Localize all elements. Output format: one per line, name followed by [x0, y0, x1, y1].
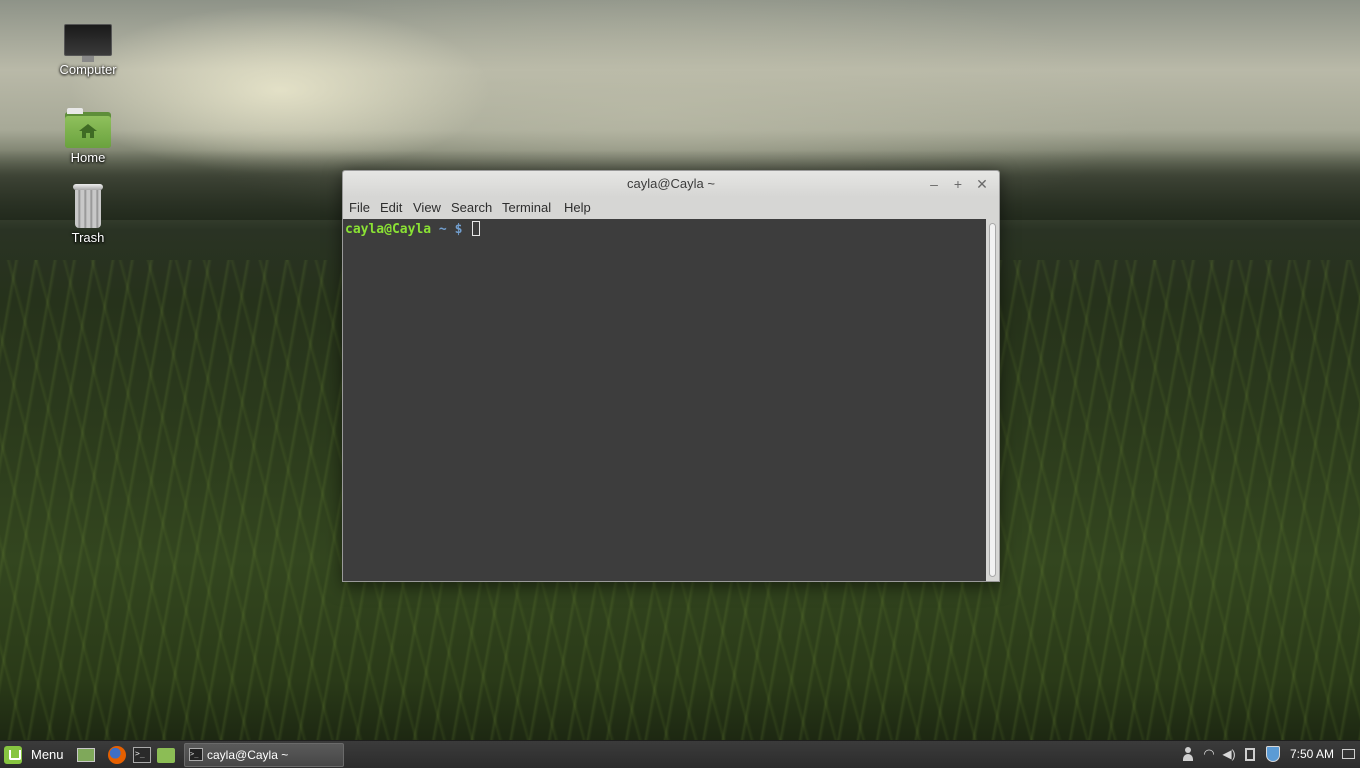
- terminal-window: cayla@Cayla ~ – + ✕ File Edit View Searc…: [342, 170, 1000, 582]
- menu-file[interactable]: File: [349, 200, 370, 215]
- files-icon: [157, 748, 175, 763]
- volume-icon[interactable]: ◀): [1221, 746, 1237, 762]
- menu-search[interactable]: Search: [451, 200, 492, 215]
- terminal-icon: >_: [189, 748, 203, 761]
- terminal-launcher[interactable]: >_: [132, 745, 152, 765]
- trash-icon: [73, 184, 103, 228]
- show-desktop-launcher[interactable]: [76, 745, 96, 765]
- minimize-button[interactable]: –: [924, 174, 944, 194]
- scrollbar-thumb[interactable]: [989, 223, 996, 577]
- firefox-launcher[interactable]: [107, 745, 127, 765]
- home-folder-icon: [65, 108, 111, 148]
- prompt-user-host: cayla@Cayla: [345, 222, 432, 237]
- computer-icon: [64, 24, 112, 62]
- prompt-symbol: $: [454, 222, 463, 237]
- desktop-icon-label: Trash: [71, 230, 105, 245]
- maximize-button[interactable]: +: [948, 174, 968, 194]
- battery-icon[interactable]: [1242, 746, 1258, 762]
- desktop-icon-computer[interactable]: Computer: [43, 24, 133, 77]
- bottom-panel: Menu >_ >_ cayla@Cayla ~ ◠ ◀) 7:50 AM: [0, 740, 1360, 768]
- terminal-icon: >_: [133, 747, 151, 763]
- show-desktop-icon: [77, 748, 95, 762]
- show-desktop-icon[interactable]: [1341, 746, 1357, 762]
- desktop-icon-home[interactable]: Home: [43, 108, 133, 165]
- terminal-scrollbar[interactable]: [986, 219, 999, 581]
- shell-prompt: cayla@Cayla ~ $: [345, 221, 481, 237]
- text-cursor: [472, 221, 481, 236]
- desktop-icon-label: Computer: [59, 62, 117, 77]
- wifi-icon[interactable]: ◠: [1201, 746, 1217, 762]
- prompt-path: ~: [438, 222, 447, 237]
- close-button[interactable]: ✕: [972, 174, 992, 194]
- terminal-output[interactable]: cayla@Cayla ~ $: [343, 219, 986, 581]
- mint-logo-icon: [4, 746, 22, 764]
- desktop-icon-trash[interactable]: Trash: [43, 184, 133, 245]
- menu-label: Menu: [31, 747, 64, 762]
- menu-bar: File Edit View Search Terminal Help: [343, 197, 999, 219]
- desktop-icon-label: Home: [70, 150, 106, 165]
- taskbar-item-label: cayla@Cayla ~: [207, 748, 289, 762]
- user-icon[interactable]: [1180, 746, 1196, 762]
- clock[interactable]: 7:50 AM: [1290, 747, 1334, 761]
- menu-edit[interactable]: Edit: [380, 200, 402, 215]
- update-shield-icon[interactable]: [1265, 746, 1281, 762]
- window-titlebar[interactable]: cayla@Cayla ~ – + ✕: [343, 171, 999, 197]
- window-title: cayla@Cayla ~: [627, 176, 715, 191]
- menu-terminal[interactable]: Terminal: [502, 200, 551, 215]
- menu-view[interactable]: View: [413, 200, 441, 215]
- menu-help[interactable]: Help: [564, 200, 591, 215]
- firefox-icon: [108, 746, 126, 764]
- taskbar-item-terminal[interactable]: >_ cayla@Cayla ~: [184, 743, 344, 767]
- files-launcher[interactable]: [156, 745, 176, 765]
